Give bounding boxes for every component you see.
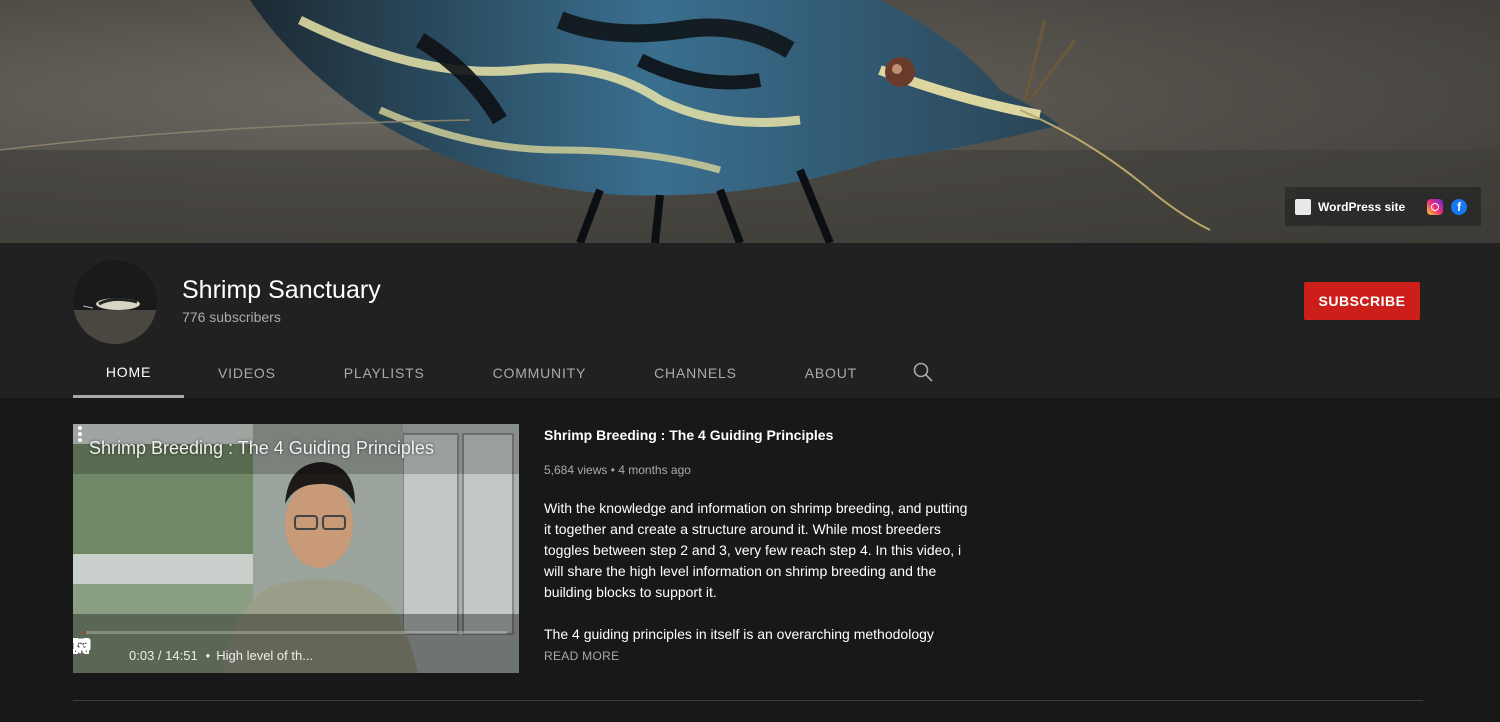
home-content: Shrimp Breeding : The 4 Guiding Principl… bbox=[0, 398, 1500, 722]
video-description: With the knowledge and information on sh… bbox=[544, 500, 968, 600]
tab-community[interactable]: COMMUNITY bbox=[493, 348, 587, 398]
subscriber-count: 776 subscribers bbox=[182, 309, 281, 325]
video-frame bbox=[73, 424, 519, 673]
chapter-dot: • bbox=[205, 648, 211, 663]
video-title[interactable]: Shrimp Breeding : The 4 Guiding Principl… bbox=[544, 426, 974, 444]
read-more-button[interactable]: READ MORE bbox=[544, 649, 974, 663]
progress-bar[interactable] bbox=[85, 631, 507, 634]
featured-video-info: Shrimp Breeding : The 4 Guiding Principl… bbox=[544, 426, 974, 663]
tab-home[interactable]: HOME bbox=[73, 348, 184, 398]
section-divider bbox=[73, 700, 1423, 701]
wordpress-link-label: WordPress site bbox=[1318, 199, 1406, 214]
tab-videos[interactable]: VIDEOS bbox=[218, 348, 276, 398]
subscribe-button[interactable]: SUBSCRIBE bbox=[1304, 282, 1420, 320]
channel-banner: WordPress site f bbox=[0, 0, 1500, 243]
progress-fill bbox=[85, 631, 87, 634]
search-icon[interactable] bbox=[913, 362, 933, 382]
video-meta: 5,684 views • 4 months ago bbox=[544, 463, 691, 477]
tab-channels[interactable]: CHANNELS bbox=[654, 348, 737, 398]
featured-video-player[interactable]: Shrimp Breeding : The 4 Guiding Principl… bbox=[73, 424, 519, 673]
channel-tabs: HOME VIDEOS PLAYLISTS COMMUNITY CHANNELS… bbox=[73, 348, 857, 398]
video-description-more: The 4 guiding principles in itself is an… bbox=[544, 626, 934, 642]
more-options-icon[interactable] bbox=[73, 424, 87, 444]
tab-about[interactable]: ABOUT bbox=[805, 348, 857, 398]
wordpress-link[interactable]: WordPress site bbox=[1285, 187, 1406, 215]
facebook-icon[interactable]: f bbox=[1451, 198, 1468, 215]
tab-playlists[interactable]: PLAYLISTS bbox=[344, 348, 425, 398]
banner-shrimp-image bbox=[0, 0, 1500, 243]
channel-header: Shrimp Sanctuary 776 subscribers SUBSCRI… bbox=[0, 243, 1500, 398]
instagram-icon[interactable] bbox=[1427, 198, 1444, 215]
channel-title: Shrimp Sanctuary bbox=[182, 276, 381, 304]
chapter-title[interactable]: High level of th... bbox=[216, 648, 313, 663]
channel-avatar[interactable] bbox=[73, 260, 157, 344]
time-display: 0:03 / 14:51 bbox=[129, 648, 198, 663]
player-controls: 0:03 / 14:51 • High level of th... CC bbox=[73, 638, 519, 673]
banner-links: WordPress site f bbox=[1285, 187, 1481, 226]
wordpress-icon bbox=[1285, 187, 1311, 215]
player-title: Shrimp Breeding : The 4 Guiding Principl… bbox=[89, 438, 434, 458]
